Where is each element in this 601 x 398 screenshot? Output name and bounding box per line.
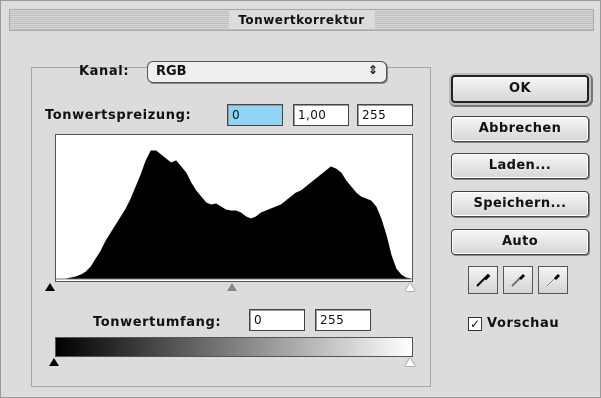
input-slider[interactable] — [45, 283, 425, 295]
gray-eyedropper-button[interactable] — [503, 266, 533, 294]
histogram-graph — [56, 150, 412, 280]
channel-select[interactable]: RGB ⇕ — [147, 61, 387, 83]
title-bar[interactable]: Tonwertkorrektur — [9, 9, 594, 31]
cancel-button[interactable]: Abbrechen — [451, 116, 589, 142]
input-white-field[interactable]: 255 — [357, 104, 413, 126]
auto-button[interactable]: Auto — [451, 229, 589, 255]
channel-label: Kanal: — [79, 64, 130, 79]
preview-checkbox[interactable]: ✓ — [468, 317, 482, 331]
input-black-slider-handle[interactable] — [45, 283, 55, 291]
histogram — [55, 134, 413, 282]
input-gamma-field[interactable]: 1,00 — [293, 104, 349, 126]
input-black-field[interactable]: 0 — [227, 104, 283, 126]
output-gradient-bar — [55, 337, 413, 357]
black-eyedropper-icon — [476, 273, 491, 287]
gray-eyedropper-icon — [511, 273, 526, 287]
output-black-field[interactable]: 0 — [249, 309, 305, 331]
ok-button[interactable]: OK — [451, 75, 589, 103]
output-black-slider-handle[interactable] — [49, 358, 59, 366]
output-slider[interactable] — [49, 358, 429, 370]
channel-value: RGB — [156, 64, 187, 79]
input-gamma-slider-handle[interactable] — [227, 283, 237, 291]
output-white-field[interactable]: 255 — [315, 309, 371, 331]
output-levels-label: Tonwertumfang: — [93, 315, 222, 330]
preview-label[interactable]: Vorschau — [487, 316, 559, 331]
window-title: Tonwertkorrektur — [228, 11, 375, 29]
black-eyedropper-button[interactable] — [468, 266, 498, 294]
select-arrows-icon: ⇕ — [367, 63, 378, 77]
load-button[interactable]: Laden... — [451, 153, 589, 179]
white-eyedropper-icon — [546, 273, 561, 287]
levels-dialog: Tonwertkorrektur Kanal: RGB ⇕ Tonwertspr… — [0, 0, 601, 398]
save-button[interactable]: Speichern... — [451, 191, 589, 217]
output-white-slider-handle[interactable] — [405, 358, 415, 366]
input-white-slider-handle[interactable] — [405, 283, 415, 291]
input-levels-label: Tonwertspreizung: — [45, 108, 192, 123]
histogram-shape — [56, 150, 412, 280]
white-eyedropper-button[interactable] — [538, 266, 568, 294]
